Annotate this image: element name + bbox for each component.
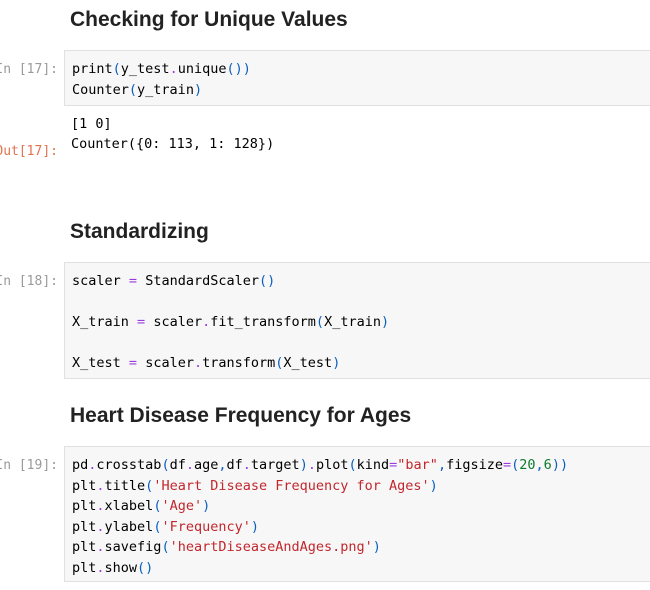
code-line: print(y_test.unique()) <box>72 61 251 77</box>
cell-18-in-prompt: In [18]: <box>0 274 58 289</box>
code-line: X_test = scaler.transform(X_test) <box>72 355 341 371</box>
section-heading-heart-disease-frequency: Heart Disease Frequency for Ages <box>70 404 412 427</box>
cell-19-in-prompt: In [19]: <box>0 458 58 473</box>
cell-17-output: [1 0] Counter({0: 113, 1: 128}) <box>71 114 274 154</box>
output-line: [1 0] <box>71 116 112 132</box>
code-line: plt.savefig('heartDiseaseAndAges.png') <box>72 539 381 555</box>
code-cell-18[interactable]: scaler = StandardScaler() X_train = scal… <box>64 262 650 379</box>
code-cell-19[interactable]: pd.crosstab(df.age,df.target).plot(kind=… <box>64 446 650 582</box>
code-line: pd.crosstab(df.age,df.target).plot(kind=… <box>72 457 569 473</box>
code-line: plt.title('Heart Disease Frequency for A… <box>72 477 438 494</box>
cell-17-out-prompt: Out[17]: <box>0 144 58 159</box>
code-line: plt.xlabel('Age') <box>72 498 211 514</box>
code-line: plt.ylabel('Frequency') <box>72 518 259 535</box>
section-heading-standardizing: Standardizing <box>70 220 209 243</box>
cell-17-in-prompt: In [17]: <box>0 62 58 77</box>
code-line: Counter(y_train) <box>72 81 203 98</box>
code-line: scaler = StandardScaler() <box>72 273 276 289</box>
code-line: X_train = scaler.fit_transform(X_train) <box>72 314 390 330</box>
code-line: plt.show() <box>72 559 154 576</box>
section-heading-unique-values: Checking for Unique Values <box>70 8 348 31</box>
code-cell-17[interactable]: print(y_test.unique()) Counter(y_train) <box>64 50 650 106</box>
output-line: Counter({0: 113, 1: 128}) <box>71 136 275 152</box>
